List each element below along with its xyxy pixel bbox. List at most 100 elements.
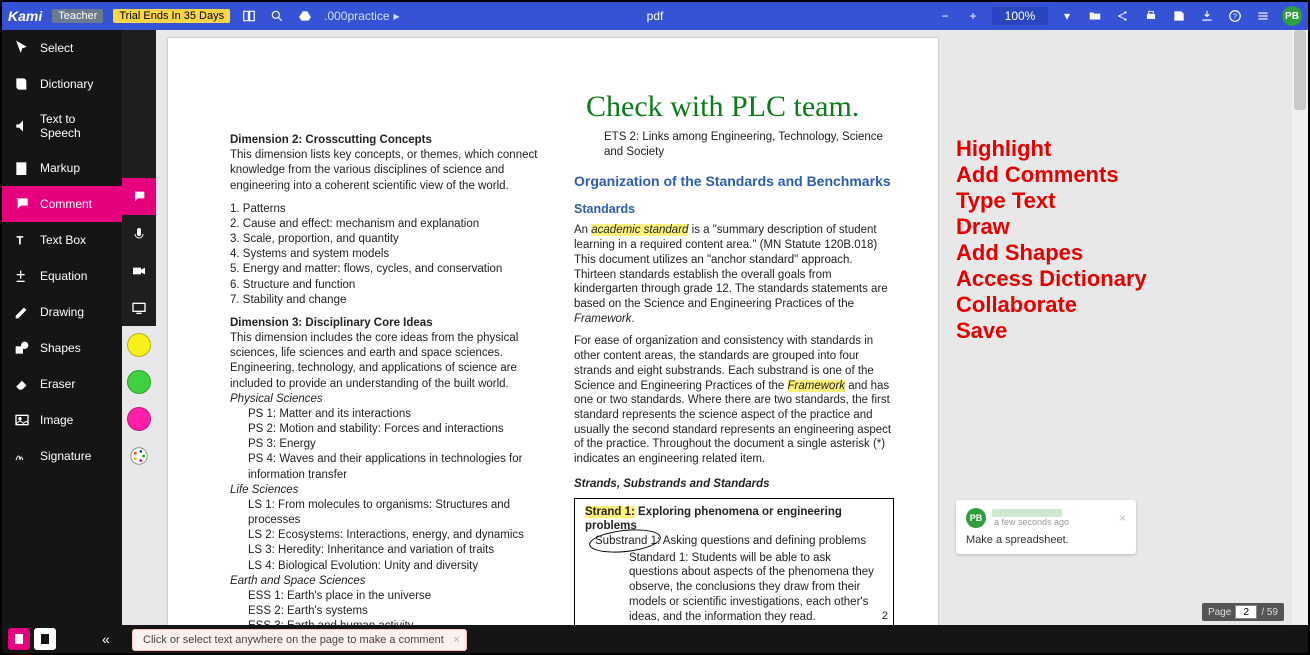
phys-1: PS 1: Matter and its interactions	[248, 407, 550, 422]
life-3: LS 3: Heredity: Inheritance and variatio…	[248, 543, 550, 558]
teacher-badge: Teacher	[52, 9, 103, 23]
drive-icon[interactable]	[296, 7, 314, 25]
comment-card[interactable]: PB a few seconds ago × Make a spreadshee…	[956, 500, 1136, 554]
phys-heading: Physical Sciences	[230, 393, 323, 405]
tool-equation[interactable]: Equation	[2, 258, 122, 294]
document-title: pdf	[647, 9, 664, 23]
annot-item: Add Shapes	[956, 240, 1216, 266]
dim2-list-5: 5. Energy and matter: flows, cycles, and…	[230, 262, 550, 277]
page-indicator: Page / 59	[1202, 603, 1284, 621]
comment-avatar: PB	[966, 508, 986, 528]
view-thumb-button[interactable]	[34, 628, 56, 650]
standards-heading: Standards	[574, 201, 894, 217]
comment-text-option[interactable]	[122, 178, 156, 215]
dim2-list-2: 2. Cause and effect: mechanism and expla…	[230, 217, 550, 232]
color-swatch-green[interactable]	[122, 363, 156, 400]
document-canvas[interactable]: Check with PLC team. Dimension 2: Crossc…	[156, 30, 1308, 625]
tool-dictionary[interactable]: Dictionary	[2, 66, 122, 102]
comment-voice-option[interactable]	[122, 215, 156, 252]
comment-video-option[interactable]	[122, 252, 156, 289]
annot-item: Type Text	[956, 188, 1216, 214]
color-swatch-pink[interactable]	[122, 400, 156, 437]
life-1: LS 1: From molecules to organisms: Struc…	[248, 498, 550, 528]
tool-textbox[interactable]: TText Box	[2, 222, 122, 258]
life-heading: Life Sciences	[230, 484, 298, 496]
find-icon[interactable]	[268, 7, 286, 25]
tool-comment[interactable]: Comment	[2, 186, 122, 222]
annot-item: Add Comments	[956, 162, 1216, 188]
annot-item: Draw	[956, 214, 1216, 240]
print-icon[interactable]	[1142, 7, 1160, 25]
phys-4: PS 4: Waves and their applications in te…	[248, 452, 550, 482]
dim2-list-7: 7. Stability and change	[230, 293, 550, 308]
standards-para1: An academic standard is a "summary descr…	[574, 223, 894, 326]
phys-3: PS 3: Energy	[248, 437, 550, 452]
dim3-heading: Dimension 3: Disciplinary Core Ideas	[230, 317, 433, 329]
dim2-list-1: 1. Patterns	[230, 202, 550, 217]
tool-shapes[interactable]: Shapes	[2, 330, 122, 366]
tool-eraser[interactable]: Eraser	[2, 366, 122, 402]
pdf-page[interactable]: Check with PLC team. Dimension 2: Crossc…	[168, 38, 938, 625]
org-heading: Organization of the Standards and Benchm…	[574, 173, 894, 191]
standard1-text: Standard 1: Students will be able to ask…	[585, 551, 883, 625]
strand-box: Strand 1: Exploring phenomena or enginee…	[574, 498, 894, 625]
vertical-scrollbar[interactable]	[1292, 30, 1308, 625]
sss-heading: Strands, Substrands and Standards	[574, 478, 770, 490]
breadcrumb[interactable]: .000practice ▸	[324, 9, 399, 23]
app-logo: Kami	[8, 8, 42, 24]
comment-screen-option[interactable]	[122, 289, 156, 326]
open-icon[interactable]	[1086, 7, 1104, 25]
zoom-input[interactable]	[992, 7, 1048, 25]
help-icon[interactable]: ?	[1226, 7, 1244, 25]
tool-select[interactable]: Select	[2, 30, 122, 66]
tool-sidebar: Select Dictionary Text to Speech Markup …	[2, 30, 122, 625]
save-icon[interactable]	[1170, 7, 1188, 25]
annot-item: Collaborate	[956, 292, 1216, 318]
page-number: 2	[882, 610, 888, 622]
tool-options-column	[122, 30, 156, 625]
close-icon[interactable]: ×	[453, 634, 459, 646]
tool-image[interactable]: Image	[2, 402, 122, 438]
phys-2: PS 2: Motion and stability: Forces and i…	[248, 422, 550, 437]
menu-icon[interactable]	[1254, 7, 1272, 25]
comment-body: Make a spreadsheet.	[966, 534, 1126, 546]
dim2-list-3: 3. Scale, proportion, and quantity	[230, 232, 550, 247]
share-icon[interactable]	[1114, 7, 1132, 25]
earth-1: ESS 1: Earth's place in the universe	[248, 589, 550, 604]
close-icon[interactable]: ×	[1119, 511, 1126, 525]
comment-author	[992, 509, 1062, 517]
hint-toast: Click or select text anywhere on the pag…	[132, 629, 467, 651]
life-2: LS 2: Ecosystems: Interactions, energy, …	[248, 528, 550, 543]
zoom-in-icon[interactable]: +	[964, 7, 982, 25]
color-picker-icon[interactable]	[122, 437, 156, 474]
annot-item: Save	[956, 318, 1216, 344]
svg-text:T: T	[17, 235, 24, 247]
dim2-list-4: 4. Systems and system models	[230, 247, 550, 262]
page-input[interactable]	[1235, 605, 1257, 619]
comment-time: a few seconds ago	[994, 517, 1069, 527]
tool-drawing[interactable]: Drawing	[2, 294, 122, 330]
zoom-out-icon[interactable]: −	[936, 7, 954, 25]
tool-signature[interactable]: Signature	[2, 438, 122, 474]
download-icon[interactable]	[1198, 7, 1216, 25]
earth-heading: Earth and Space Sciences	[230, 575, 366, 587]
trial-badge[interactable]: Trial Ends In 35 Days	[113, 9, 230, 23]
annotation-heading: Check with PLC team.	[586, 90, 859, 124]
earth-2: ESS 2: Earth's systems	[248, 604, 550, 619]
collapse-sidebar-icon[interactable]: «	[102, 631, 110, 647]
dim3-text: This dimension includes the core ideas f…	[230, 332, 518, 390]
zoom-dropdown-icon[interactable]: ▾	[1058, 7, 1076, 25]
svg-text:?: ?	[1233, 13, 1237, 20]
split-view-icon[interactable]	[240, 7, 258, 25]
dim2-text: This dimension lists key concepts, or th…	[230, 149, 537, 191]
view-single-button[interactable]	[8, 628, 30, 650]
tool-tts[interactable]: Text to Speech	[2, 102, 122, 150]
user-avatar[interactable]: PB	[1282, 6, 1302, 26]
ets2-text: ETS 2: Links among Engineering, Technolo…	[574, 130, 894, 159]
annotation-list: Highlight Add Comments Type Text Draw Ad…	[956, 136, 1216, 344]
standards-para2: For ease of organization and consistency…	[574, 334, 894, 466]
tool-markup[interactable]: Markup	[2, 150, 122, 186]
color-swatch-yellow[interactable]	[122, 326, 156, 363]
dim2-list-6: 6. Structure and function	[230, 278, 550, 293]
annot-item: Access Dictionary	[956, 266, 1216, 292]
